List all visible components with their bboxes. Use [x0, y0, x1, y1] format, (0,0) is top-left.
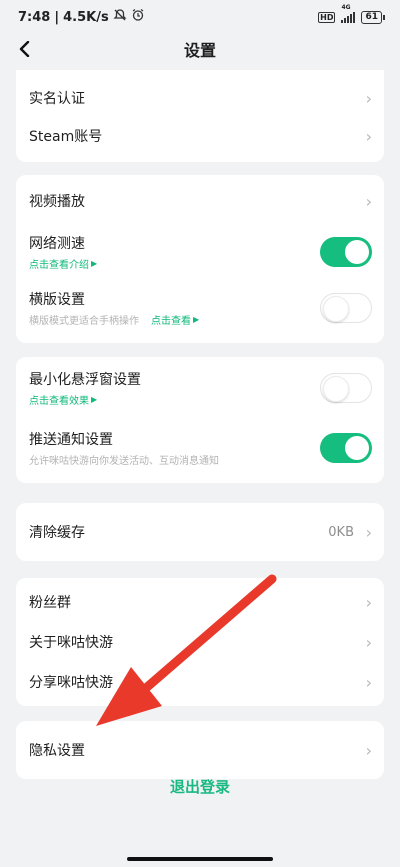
network-test-link[interactable]: 点击查看介绍 ▶	[29, 256, 97, 271]
landscape-desc: 横版模式更适合手柄操作	[29, 316, 139, 327]
about-card: 粉丝群 › 关于咪咕快游 › 分享咪咕快游 ›	[16, 578, 384, 706]
cache-size: 0KB	[328, 524, 354, 540]
fans-group-row[interactable]: 粉丝群 ›	[16, 582, 384, 622]
account-card: 实名认证 › Steam账号 ›	[16, 70, 384, 162]
signal-icon: 4G	[341, 4, 356, 23]
chevron-right-icon: ›	[365, 592, 372, 612]
hd-badge: HD	[318, 11, 336, 23]
chevron-right-icon: ›	[365, 126, 372, 146]
chevron-right-icon: ›	[365, 522, 372, 542]
home-indicator	[127, 857, 273, 861]
logout-button[interactable]: 退出登录	[0, 776, 400, 797]
chevron-right-icon: ›	[365, 191, 372, 211]
cache-card: 清除缓存 0KB ›	[16, 503, 384, 561]
network-test-row: 网络测速 点击查看介绍 ▶	[16, 229, 384, 275]
realname-row[interactable]: 实名认证 ›	[16, 78, 384, 118]
clear-cache-label: 清除缓存	[29, 525, 85, 541]
video-card: 视频播放 › 网络测速 点击查看介绍 ▶ 横版设置 横版模式更适合手柄操作 点击查…	[16, 175, 384, 343]
landscape-row: 横版设置 横版模式更适合手柄操作 点击查看 ▶	[16, 285, 384, 331]
clear-cache-row[interactable]: 清除缓存 0KB ›	[16, 503, 384, 561]
share-app-row[interactable]: 分享咪咕快游 ›	[16, 662, 384, 702]
status-speed: 4.5K/s	[63, 9, 109, 25]
push-notify-desc: 允许咪咕快游向你发送活动、互动消息通知	[29, 456, 219, 467]
status-bar: 7:48 | 4.5K/s HD 4G 61	[0, 0, 400, 34]
push-notify-label: 推送通知设置	[29, 432, 113, 448]
header: 设置	[0, 34, 400, 64]
float-window-label: 最小化悬浮窗设置	[29, 372, 141, 388]
chevron-right-icon: ›	[365, 672, 372, 692]
about-app-label: 关于咪咕快游	[29, 635, 113, 651]
float-window-link[interactable]: 点击查看效果 ▶	[29, 392, 141, 407]
about-app-row[interactable]: 关于咪咕快游 ›	[16, 622, 384, 662]
triangle-right-icon: ▶	[91, 259, 98, 268]
push-notify-row: 推送通知设置 允许咪咕快游向你发送活动、互动消息通知	[16, 425, 384, 471]
page-title: 设置	[183, 41, 216, 60]
alarm-icon	[131, 8, 145, 26]
share-app-label: 分享咪咕快游	[29, 675, 113, 691]
steam-row[interactable]: Steam账号 ›	[16, 116, 384, 156]
network-test-label: 网络测速	[29, 236, 85, 252]
chevron-right-icon: ›	[365, 88, 372, 108]
landscape-toggle[interactable]	[320, 293, 372, 323]
video-playback-row[interactable]: 视频播放 ›	[16, 181, 384, 221]
mute-icon	[113, 8, 127, 26]
battery-icon: 61	[361, 10, 385, 24]
steam-label: Steam账号	[29, 129, 103, 145]
status-time: 7:48	[18, 9, 51, 25]
network-test-toggle[interactable]	[320, 237, 372, 267]
notification-card: 最小化悬浮窗设置 点击查看效果 ▶ 推送通知设置 允许咪咕快游向你发送活动、互动消…	[16, 357, 384, 483]
landscape-link[interactable]: 点击查看 ▶	[151, 312, 199, 327]
privacy-card: 隐私设置 ›	[16, 721, 384, 779]
privacy-row[interactable]: 隐私设置 ›	[16, 721, 384, 779]
realname-label: 实名认证	[29, 91, 85, 107]
chevron-right-icon: ›	[365, 632, 372, 652]
float-window-row: 最小化悬浮窗设置 点击查看效果 ▶	[16, 365, 384, 411]
privacy-label: 隐私设置	[29, 743, 85, 759]
push-notify-toggle[interactable]	[320, 433, 372, 463]
video-playback-label: 视频播放	[29, 194, 85, 210]
chevron-right-icon: ›	[365, 740, 372, 760]
float-window-toggle[interactable]	[320, 373, 372, 403]
landscape-label: 横版设置	[29, 292, 85, 308]
triangle-right-icon: ▶	[193, 315, 200, 324]
triangle-right-icon: ▶	[91, 395, 98, 404]
fans-group-label: 粉丝群	[29, 595, 71, 611]
back-icon[interactable]	[12, 36, 38, 62]
